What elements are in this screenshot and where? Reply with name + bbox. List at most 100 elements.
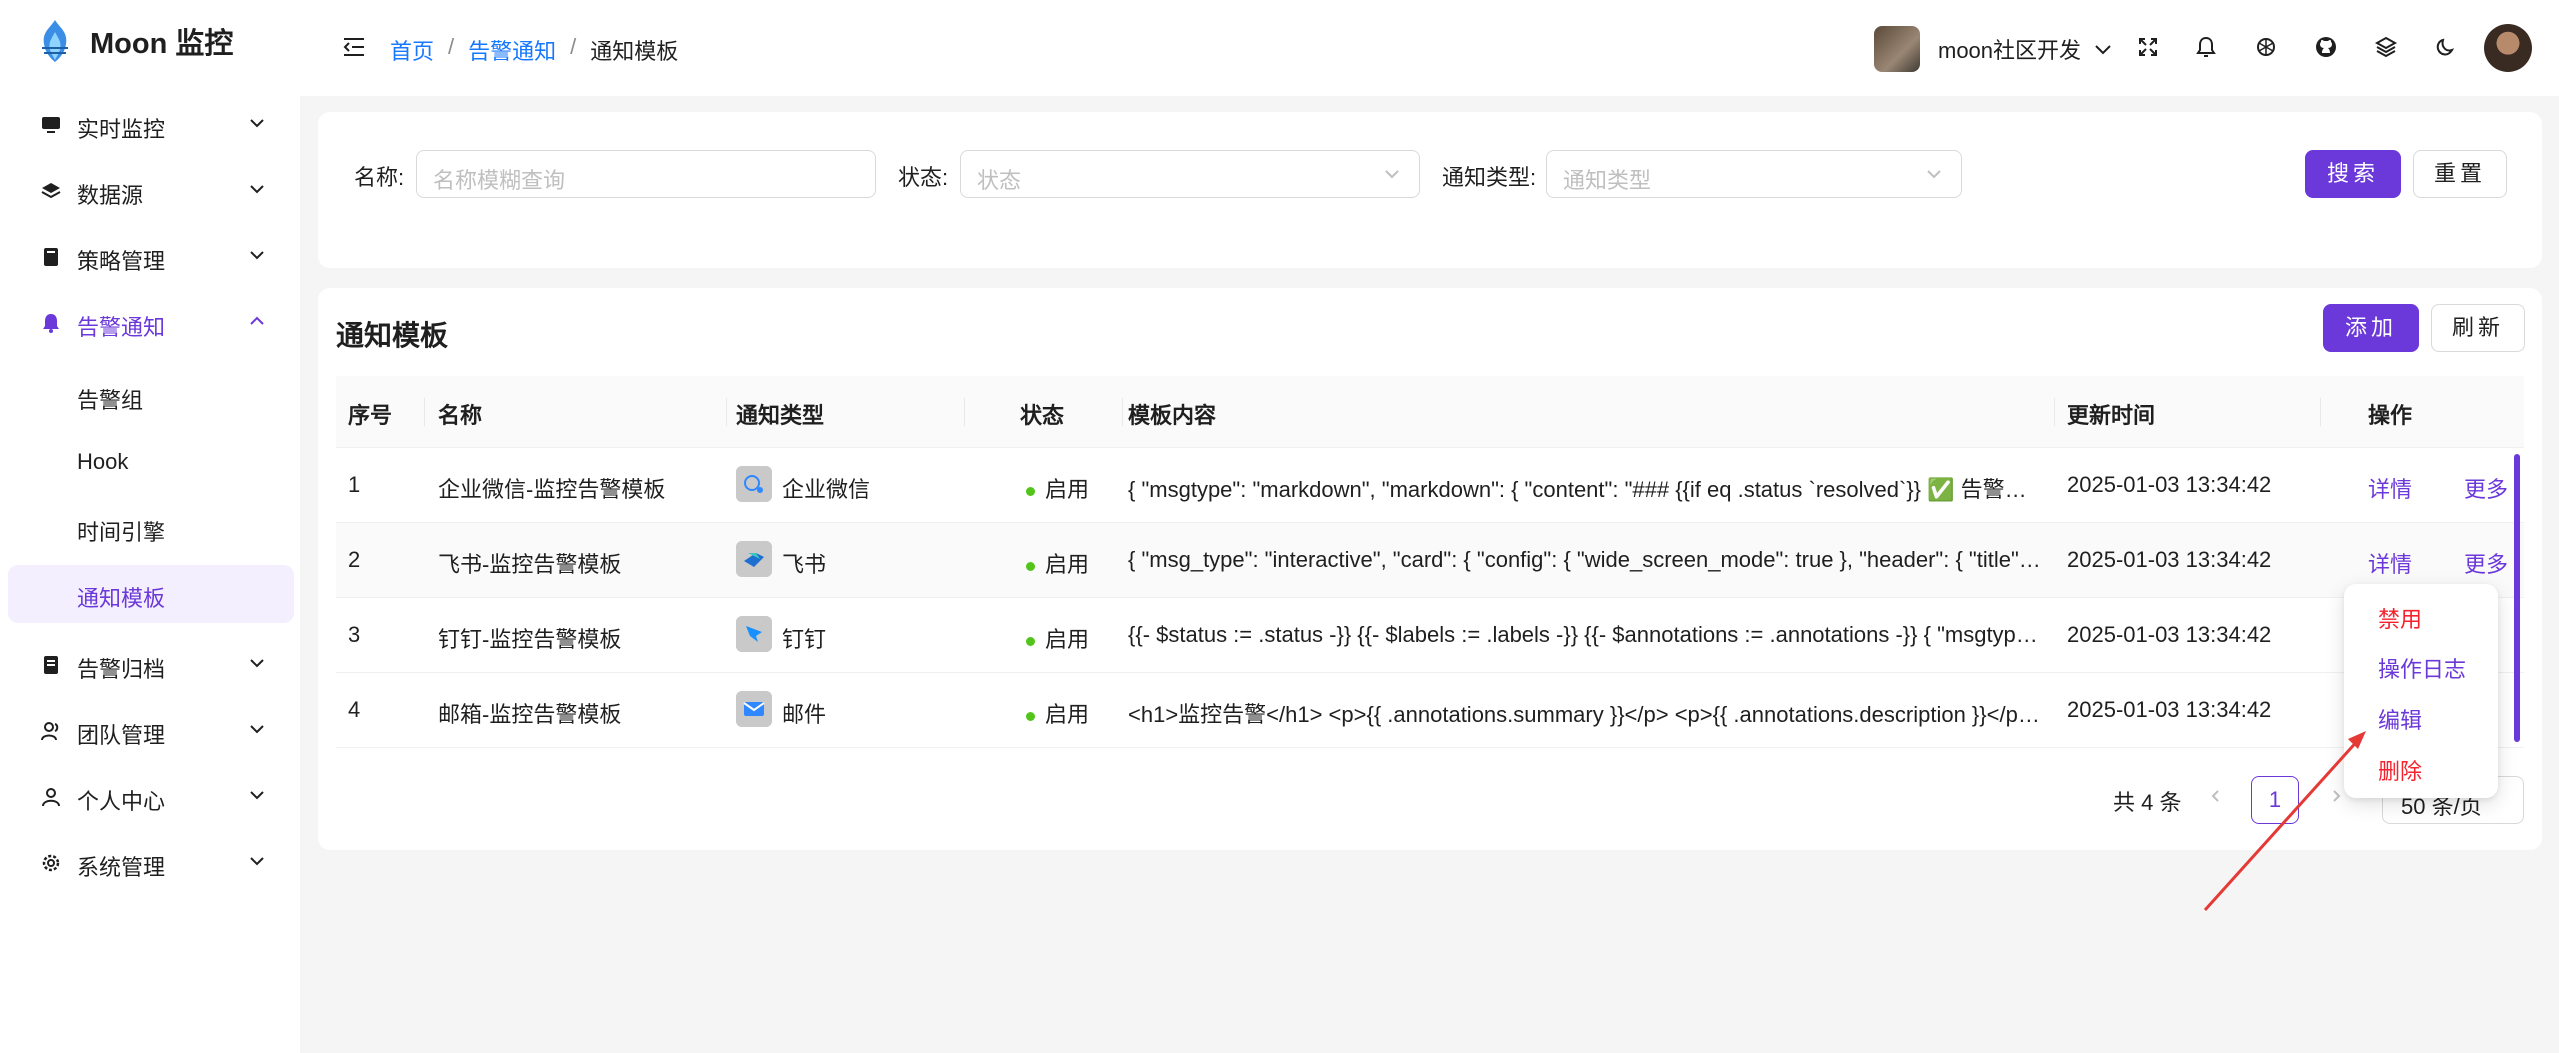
sidebar-subitem-hook[interactable]: Hook xyxy=(8,433,294,491)
sidebar-item-label: 数据源 xyxy=(77,183,144,208)
monitor-icon xyxy=(42,117,60,133)
dropdown-item-edit[interactable]: 编辑 xyxy=(2378,703,2422,735)
pagination-total: 共 4 条 xyxy=(2113,790,2182,815)
page-number-current[interactable]: 1 xyxy=(2251,776,2299,824)
type-label: 通知类型: xyxy=(1442,165,1537,190)
breadcrumb-current: 通知模板 xyxy=(590,39,679,64)
sidebar-item-label: 个人中心 xyxy=(77,789,166,814)
chevron-down-icon xyxy=(1385,170,1399,179)
sidebar-item-datasource[interactable]: 数据源 xyxy=(8,162,294,220)
status-dot xyxy=(1026,486,1035,496)
column-header-updated: 更新时间 xyxy=(2067,403,2156,428)
sidebar-item-strategy[interactable]: 策略管理 xyxy=(8,228,294,286)
github-icon[interactable] xyxy=(2314,35,2338,59)
name-search-placeholder: 名称模糊查询 xyxy=(433,168,566,193)
breadcrumb-alarm-notify[interactable]: 告警通知 xyxy=(468,34,556,66)
sidebar-subitem-label: 通知模板 xyxy=(77,586,166,611)
row-index: 2 xyxy=(348,547,361,572)
row-index: 3 xyxy=(348,622,361,647)
status-dot xyxy=(1026,711,1035,721)
chevron-down-icon xyxy=(250,659,264,668)
add-button[interactable]: 添加 xyxy=(2323,304,2419,352)
dropdown-item-disable[interactable]: 禁用 xyxy=(2378,602,2422,634)
dropdown-item-operation-log[interactable]: 操作日志 xyxy=(2378,652,2466,684)
row-content: {{- $status := .status -}} {{- $labels :… xyxy=(1128,622,2043,647)
sidebar-subitem-time-engine[interactable]: 时间引擎 xyxy=(8,499,294,557)
sidebar-subitem-label: 告警组 xyxy=(77,388,144,413)
team-switcher[interactable]: moon社区开发 xyxy=(1874,26,2113,72)
sidebar-item-label: 团队管理 xyxy=(77,723,166,748)
row-status-label: 启用 xyxy=(1045,477,1090,502)
more-link[interactable]: 更多 xyxy=(2464,472,2508,504)
chevron-down-icon xyxy=(250,119,264,128)
column-header-name: 名称 xyxy=(438,403,483,428)
moon-icon[interactable] xyxy=(2434,35,2458,59)
detail-link[interactable]: 详情 xyxy=(2368,472,2412,504)
detail-link[interactable]: 详情 xyxy=(2368,547,2412,579)
app-logo[interactable]: Moon 监控 xyxy=(36,18,233,64)
sidebar-item-realtime-monitor[interactable]: 实时监控 xyxy=(8,96,294,154)
name-search-input[interactable]: 名称模糊查询 xyxy=(416,150,876,198)
reset-button[interactable]: 重置 xyxy=(2413,150,2507,198)
fullscreen-icon[interactable] xyxy=(2136,35,2160,59)
sidebar-item-profile[interactable]: 个人中心 xyxy=(8,768,294,826)
sidebar: Moon 监控 实时监控 数据源 策略管理 告警通知 告警组 Hook 时间引擎… xyxy=(0,0,300,1053)
notify-type-select[interactable]: 通知类型 xyxy=(1546,150,1962,198)
chevron-left-icon[interactable] xyxy=(2208,788,2224,804)
table-row[interactable]: 3 钉钉-监控告警模板 钉钉 启用 {{- $status := .status… xyxy=(336,598,2524,673)
row-updated: 2025-01-03 13:34:42 xyxy=(2067,622,2272,647)
breadcrumb: 首页 / 告警通知 / 通知模板 xyxy=(390,34,678,66)
row-type: 企业微信 xyxy=(782,477,871,502)
table-row[interactable]: 2 飞书-监控告警模板 飞书 启用 { "msg_type": "interac… xyxy=(336,523,2524,598)
menu-collapse-icon[interactable] xyxy=(342,36,366,58)
row-name: 钉钉-监控告警模板 xyxy=(438,627,622,652)
breadcrumb-home[interactable]: 首页 xyxy=(390,34,434,66)
sidebar-item-label: 系统管理 xyxy=(77,855,166,880)
status-select[interactable]: 状态 xyxy=(960,150,1420,198)
bell-icon[interactable] xyxy=(2194,35,2218,59)
row-status: 启用 xyxy=(1026,547,1089,579)
status-select-placeholder: 状态 xyxy=(977,168,1022,193)
column-divider xyxy=(2054,398,2055,426)
column-header-status: 状态 xyxy=(1020,403,1065,428)
sidebar-subitem-alarm-group[interactable]: 告警组 xyxy=(8,367,294,425)
layers-icon[interactable] xyxy=(2374,35,2398,59)
chevron-down-icon xyxy=(250,725,264,734)
table-row[interactable]: 4 邮箱-监控告警模板 邮件 启用 <h1>监控告警</h1> <p>{{ .a… xyxy=(336,673,2524,748)
row-content: { "msg_type": "interactive", "card": { "… xyxy=(1128,547,2043,572)
row-status-label: 启用 xyxy=(1045,627,1090,652)
feishu-icon xyxy=(736,541,772,577)
row-status: 启用 xyxy=(1026,622,1089,654)
user-avatar[interactable] xyxy=(2484,24,2532,72)
dropdown-item-delete[interactable]: 删除 xyxy=(2378,754,2422,786)
chevron-down-icon xyxy=(250,251,264,260)
team-icon xyxy=(41,722,59,741)
chevron-right-icon[interactable] xyxy=(2328,788,2344,804)
sidebar-subitem-notify-template[interactable]: 通知模板 xyxy=(8,565,294,623)
row-updated: 2025-01-03 13:34:42 xyxy=(2067,697,2272,722)
more-actions-dropdown: 禁用 操作日志 编辑 删除 xyxy=(2344,584,2498,798)
row-updated: 2025-01-03 13:34:42 xyxy=(2067,472,2272,497)
sidebar-item-alarm-archive[interactable]: 告警归档 xyxy=(8,636,294,694)
more-link[interactable]: 更多 xyxy=(2464,547,2508,579)
column-divider xyxy=(2320,398,2321,426)
row-name: 飞书-监控告警模板 xyxy=(438,552,622,577)
search-panel: 名称: 名称模糊查询 状态: 状态 通知类型: 通知类型 搜索 重置 xyxy=(318,112,2542,268)
sidebar-item-label: 实时监控 xyxy=(77,117,166,142)
refresh-button[interactable]: 刷新 xyxy=(2431,304,2525,352)
sidebar-item-team[interactable]: 团队管理 xyxy=(8,702,294,760)
layers-icon xyxy=(41,183,61,199)
table-scrollbar[interactable] xyxy=(2514,454,2520,742)
chevron-down-icon xyxy=(250,791,264,800)
status-label: 状态: xyxy=(898,165,949,190)
sidebar-item-alarm-notify[interactable]: 告警通知 xyxy=(8,294,294,352)
chevron-up-icon xyxy=(250,316,264,325)
row-type: 钉钉 xyxy=(782,627,827,652)
row-status-label: 启用 xyxy=(1045,552,1090,577)
search-button[interactable]: 搜索 xyxy=(2305,150,2401,198)
sidebar-item-system[interactable]: 系统管理 xyxy=(8,834,294,892)
table-row[interactable]: 1 企业微信-监控告警模板 企业微信 启用 { "msgtype": "mark… xyxy=(336,448,2524,523)
sidebar-subitem-label: 时间引擎 xyxy=(77,520,166,545)
openai-icon[interactable] xyxy=(2254,35,2278,59)
team-name: moon社区开发 xyxy=(1938,38,2082,63)
